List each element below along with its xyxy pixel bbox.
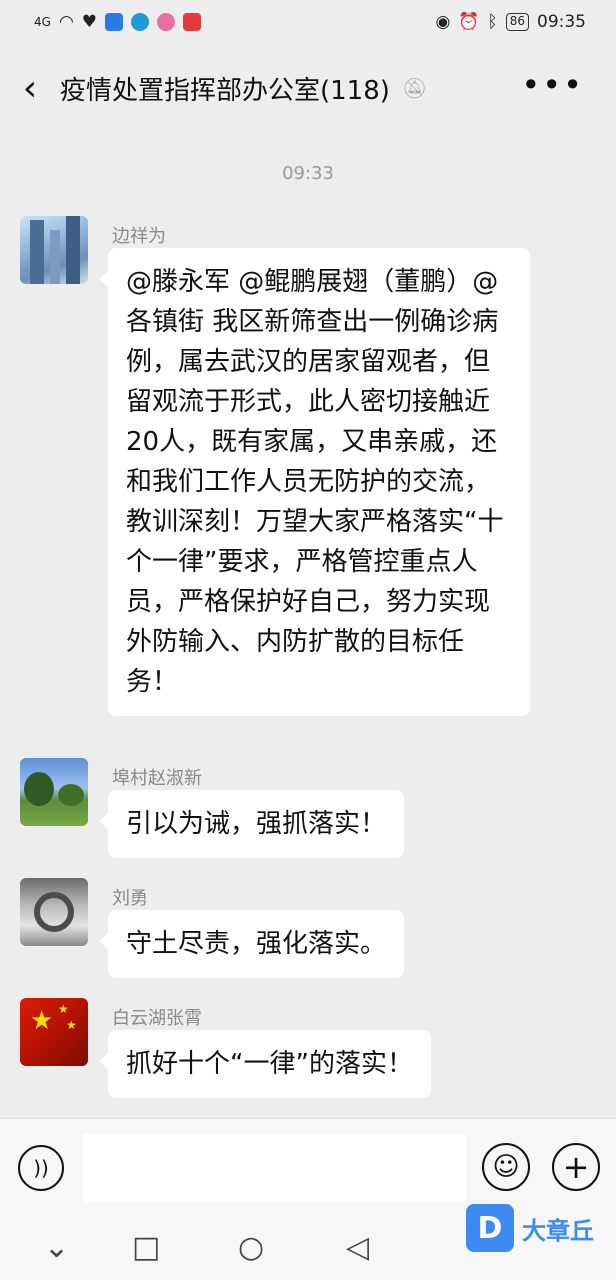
emoji-button[interactable]: ☺ — [482, 1143, 530, 1191]
eye-icon: ◉ — [435, 12, 451, 32]
emoji-icon: ☺ — [492, 1152, 520, 1182]
watermark-text: 大章丘 — [522, 1216, 594, 1245]
avatar[interactable] — [20, 878, 88, 946]
back-button[interactable]: ‹ — [0, 56, 60, 120]
voice-button[interactable]: )) — [18, 1145, 64, 1191]
more-button[interactable]: ••• — [521, 66, 584, 104]
chevron-down-icon[interactable]: ⌄ — [44, 1230, 69, 1265]
home-button[interactable]: ○ — [238, 1230, 264, 1265]
message-timestamp: 09:33 — [282, 163, 334, 184]
chat-header: ‹ 疫情处置指挥部办公室(118) 🔕︎ ••• — [0, 56, 616, 120]
avatar[interactable] — [20, 758, 88, 826]
plus-icon: + — [562, 1148, 590, 1186]
back-nav-button[interactable]: ◁ — [346, 1230, 369, 1265]
chevron-left-icon: ‹ — [22, 67, 38, 109]
message-bubble[interactable]: 抓好十个“一律”的落实！ — [99, 1030, 431, 1098]
watermark-logo-icon: D — [466, 1204, 514, 1252]
watermark: D 大章丘 — [466, 1204, 594, 1252]
recents-button[interactable]: □ — [132, 1230, 160, 1265]
sender-name: 刘勇 — [112, 888, 148, 909]
more-dots-icon: ••• — [521, 66, 584, 104]
app-icon — [157, 13, 176, 31]
chat-title: 疫情处置指挥部办公室(118) — [60, 75, 390, 106]
avatar[interactable]: ★ ★ ★ — [20, 998, 88, 1066]
sender-name: 埠村赵淑新 — [112, 768, 202, 789]
input-bar: )) ☺ + — [0, 1118, 616, 1218]
voice-icon: )) — [33, 1156, 49, 1180]
wifi-icon: ◠ — [58, 12, 74, 32]
status-time: 09:35 — [537, 12, 586, 32]
status-bar: 4G ◠ ♥ ◉ ⏰ ᛒ 86 09:35 — [0, 0, 616, 44]
status-icons-right: ◉ ⏰ ᛒ 86 09:35 — [436, 12, 587, 32]
status-icons-left: 4G ◠ ♥ — [34, 12, 202, 32]
bell-off-icon: 🔕︎ — [401, 76, 428, 100]
plus-button[interactable]: + — [552, 1143, 600, 1191]
app-icon — [183, 13, 202, 31]
signal-icon: 4G — [34, 15, 51, 29]
health-icon: ♥ — [81, 12, 98, 32]
message-bubble[interactable]: 守土尽责，强化落实。 — [98, 910, 405, 978]
alarm-icon: ⏰ — [458, 12, 480, 32]
avatar[interactable] — [20, 216, 88, 284]
message-bubble[interactable]: @滕永军 @鲲鹏展翅（董鹏）@各镇街 我区新筛查出一例确诊病例，属去武汉的居家留… — [99, 248, 530, 716]
message-bubble[interactable]: 引以为诫，强抓落实！ — [98, 790, 405, 858]
sender-name: 白云湖张霄 — [112, 1008, 202, 1029]
app-icon — [131, 13, 150, 31]
app-icon — [105, 13, 124, 31]
bluetooth-icon: ᛒ — [487, 12, 498, 32]
message-input[interactable] — [82, 1133, 466, 1203]
battery-icon: 86 — [505, 13, 529, 31]
sender-name: 边祥为 — [112, 226, 166, 247]
